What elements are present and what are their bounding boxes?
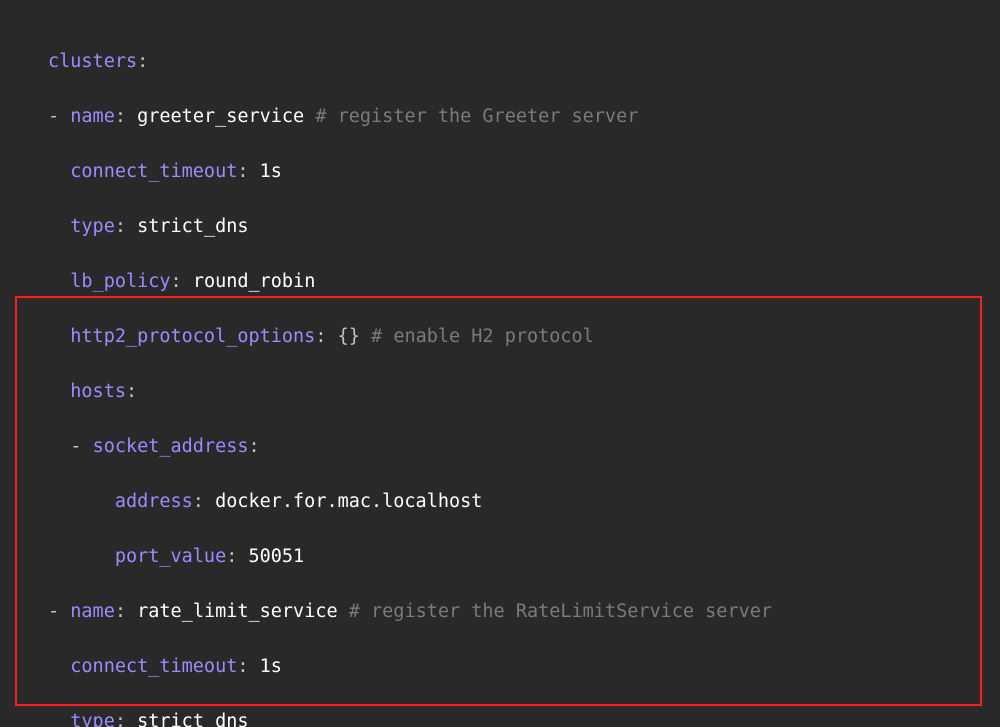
code-line: hosts: xyxy=(0,378,1000,406)
code-line: connect_timeout: 1s xyxy=(0,158,1000,186)
code-line: - socket_address: xyxy=(0,433,1000,461)
code-line: - name: rate_limit_service # register th… xyxy=(0,598,1000,626)
code-line: address: docker.for.mac.localhost xyxy=(0,488,1000,516)
code-line: lb_policy: round_robin xyxy=(0,268,1000,296)
code-line: - name: greeter_service # register the G… xyxy=(0,103,1000,131)
code-line: http2_protocol_options: {} # enable H2 p… xyxy=(0,323,1000,351)
code-editor: clusters: - name: greeter_service # regi… xyxy=(0,0,1000,727)
code-line: port_value: 50051 xyxy=(0,543,1000,571)
code-line: type: strict_dns xyxy=(0,213,1000,241)
code-line: type: strict_dns xyxy=(0,708,1000,727)
code-line: clusters: xyxy=(0,48,1000,76)
code-line: connect_timeout: 1s xyxy=(0,653,1000,681)
